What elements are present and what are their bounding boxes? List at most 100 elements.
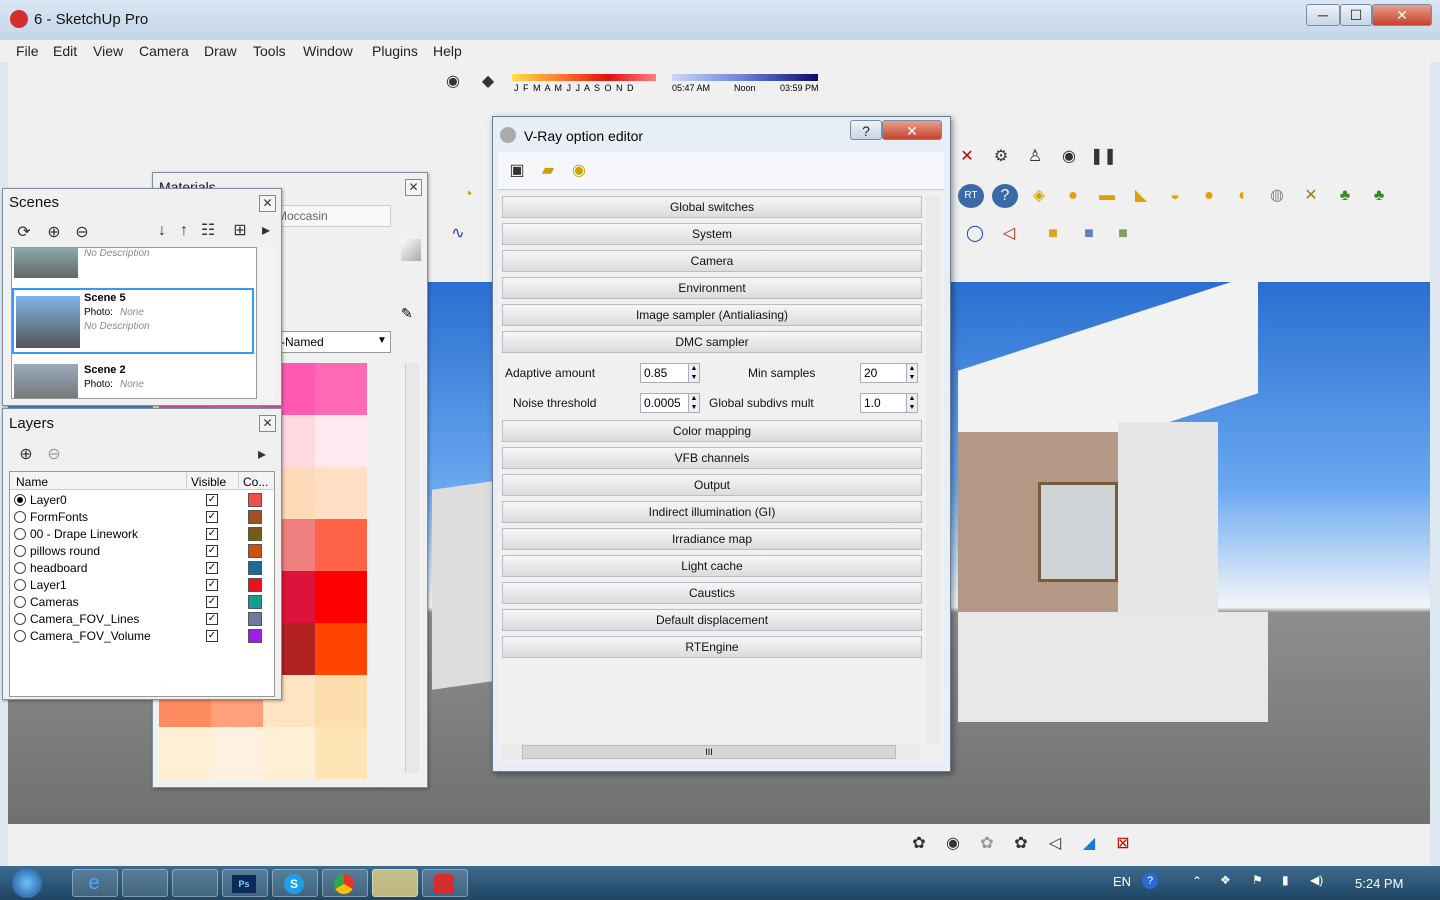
layer-row[interactable]: Layer0 ✓ — [10, 492, 274, 509]
shadow-settings-icon[interactable]: ◉ — [440, 70, 466, 94]
adaptive-amount-input[interactable]: 0.85 — [640, 363, 692, 383]
clock[interactable]: 5:24 PM — [1355, 876, 1403, 891]
layer-active-radio[interactable] — [14, 630, 26, 642]
layer-active-radio[interactable] — [14, 579, 26, 591]
taskbar-media[interactable] — [172, 869, 218, 897]
layer-row[interactable]: headboard ✓ — [10, 560, 274, 577]
add-scene-icon[interactable]: ⊕ — [41, 221, 67, 245]
menu-help[interactable]: Help — [433, 43, 462, 59]
layer-visible-checkbox[interactable]: ✓ — [206, 545, 218, 557]
menu-window[interactable]: Window — [303, 43, 353, 59]
circle-tool-icon[interactable]: ◯ — [962, 222, 988, 246]
walk-icon[interactable]: ♙ — [1022, 145, 1048, 169]
menu-file[interactable]: File — [16, 43, 39, 59]
camera-props-icon[interactable]: ✿ — [1008, 832, 1034, 856]
layer-visible-checkbox[interactable]: ✓ — [206, 562, 218, 574]
sphere-light-icon[interactable]: ◐ — [1230, 184, 1256, 208]
frustum-lines-icon[interactable]: ◁ — [1042, 832, 1068, 856]
global-subdivs-input[interactable]: 1.0 — [860, 393, 912, 413]
col-name-header[interactable]: Name — [16, 475, 48, 489]
move-up-icon[interactable]: ↑ — [171, 219, 197, 243]
layer-color-swatch[interactable] — [248, 629, 262, 643]
scenes-close-button[interactable]: ✕ — [259, 195, 276, 212]
adaptive-amount-spinner[interactable]: ▲ ▼ — [688, 363, 700, 383]
layer-visible-checkbox[interactable]: ✓ — [206, 511, 218, 523]
tape-measure-icon[interactable]: ◔ — [455, 183, 481, 207]
vray-section-header[interactable]: Color mapping — [502, 420, 922, 442]
layer-row[interactable]: 00 - Drape Linework ✓ — [10, 526, 274, 543]
view-options-icon[interactable]: ☷ — [195, 219, 221, 243]
layer-row[interactable]: pillows round ✓ — [10, 543, 274, 560]
layer-row[interactable]: Camera_FOV_Volume ✓ — [10, 628, 274, 645]
menu-tools[interactable]: Tools — [253, 43, 286, 59]
vray-vertical-scrollbar[interactable] — [926, 196, 940, 744]
layer-color-swatch[interactable] — [248, 527, 262, 541]
layer-visible-checkbox[interactable]: ✓ — [206, 579, 218, 591]
look-around-icon[interactable]: ◉ — [1056, 145, 1082, 169]
chevron-down-icon[interactable]: ▼ — [377, 335, 387, 346]
reset-icon[interactable]: ◉ — [566, 159, 592, 183]
layer-color-swatch[interactable] — [248, 612, 262, 626]
menu-view[interactable]: View — [93, 43, 123, 59]
time-slider[interactable] — [672, 74, 818, 81]
previous-view-icon[interactable]: ⚙ — [988, 145, 1014, 169]
vray-section-header[interactable]: Caustics — [502, 582, 922, 604]
arc-tool-icon[interactable]: ◁ — [996, 222, 1022, 246]
camera-view-icon[interactable]: ◉ — [940, 832, 966, 856]
layer-color-swatch[interactable] — [248, 493, 262, 507]
layer-row[interactable]: Cameras ✓ — [10, 594, 274, 611]
vray-section-header[interactable]: Image sampler (Antialiasing) — [502, 304, 922, 326]
menu-plugins[interactable]: Plugins — [372, 43, 418, 59]
vray-section-header[interactable]: System — [502, 223, 922, 245]
date-slider[interactable] — [512, 74, 656, 81]
layer-color-swatch[interactable] — [248, 544, 262, 558]
delete-layer-icon[interactable]: ⊖ — [41, 443, 67, 467]
vray-section-header[interactable]: Irradiance map — [502, 528, 922, 550]
layer-active-radio[interactable] — [14, 545, 26, 557]
global-subdivs-spinner[interactable]: ▲ ▼ — [906, 393, 918, 413]
help-icon[interactable]: ? — [1142, 873, 1158, 889]
layer-active-radio[interactable] — [14, 494, 26, 506]
layer-visible-checkbox[interactable]: ✓ — [206, 596, 218, 608]
noise-threshold-spinner[interactable]: ▲ ▼ — [688, 393, 700, 413]
mesh-light-icon[interactable]: ◍ — [1264, 184, 1290, 208]
layer-active-radio[interactable] — [14, 562, 26, 574]
scroll-grip[interactable]: III — [522, 745, 896, 759]
vray-section-header[interactable]: Environment — [502, 277, 922, 299]
scene-item-selected[interactable]: Scene 5 Photo: None No Description — [12, 288, 254, 354]
taskbar-security[interactable] — [372, 869, 418, 897]
layer-color-swatch[interactable] — [248, 595, 262, 609]
maximize-button[interactable]: ☐ — [1340, 4, 1372, 26]
minimize-button[interactable]: ─ — [1306, 4, 1340, 26]
dropbox-icon[interactable]: ❖ — [1220, 873, 1231, 887]
ies-light-icon[interactable]: ◒ — [1162, 184, 1188, 208]
vray-section-header[interactable]: VFB channels — [502, 447, 922, 469]
layer-color-swatch[interactable] — [248, 561, 262, 575]
vray-help-button[interactable]: ? — [850, 120, 882, 140]
zoom-extents-icon[interactable]: ✕ — [954, 145, 980, 169]
layer-active-radio[interactable] — [14, 511, 26, 523]
remove-scene-icon[interactable]: ⊖ — [69, 221, 95, 245]
footprints-icon[interactable]: ❚❚ — [1090, 145, 1117, 169]
delete-camera-icon[interactable]: ⊠ — [1110, 832, 1136, 856]
start-button[interactable] — [12, 868, 42, 898]
flag-icon[interactable]: ⚑ — [1252, 873, 1263, 887]
vray-section-header[interactable]: DMC sampler — [502, 331, 922, 353]
scenes-scrollbar[interactable] — [259, 247, 275, 399]
details-menu-icon[interactable]: ▸ — [253, 219, 279, 243]
tag-icon[interactable]: ◈ — [1026, 184, 1052, 208]
materials-scrollbar[interactable] — [405, 363, 419, 773]
taskbar-explorer[interactable] — [122, 869, 168, 897]
layer-row[interactable]: Layer1 ✓ — [10, 577, 274, 594]
vray-section-header[interactable]: RTEngine — [502, 636, 922, 658]
layers-details-icon[interactable]: ▸ — [249, 443, 275, 467]
vray-section-header[interactable]: Global switches — [502, 196, 922, 218]
min-samples-input[interactable]: 20 — [860, 363, 912, 383]
network-icon[interactable]: ▮ — [1282, 873, 1289, 887]
infinite-plane-icon[interactable]: ✕ — [1298, 184, 1324, 208]
col-color-header[interactable]: Co... — [238, 472, 272, 490]
rt-render-icon[interactable]: RT — [958, 184, 984, 208]
vray-help-icon[interactable]: ? — [992, 184, 1018, 208]
layer-color-swatch[interactable] — [248, 510, 262, 524]
layer-row[interactable]: FormFonts ✓ — [10, 509, 274, 526]
